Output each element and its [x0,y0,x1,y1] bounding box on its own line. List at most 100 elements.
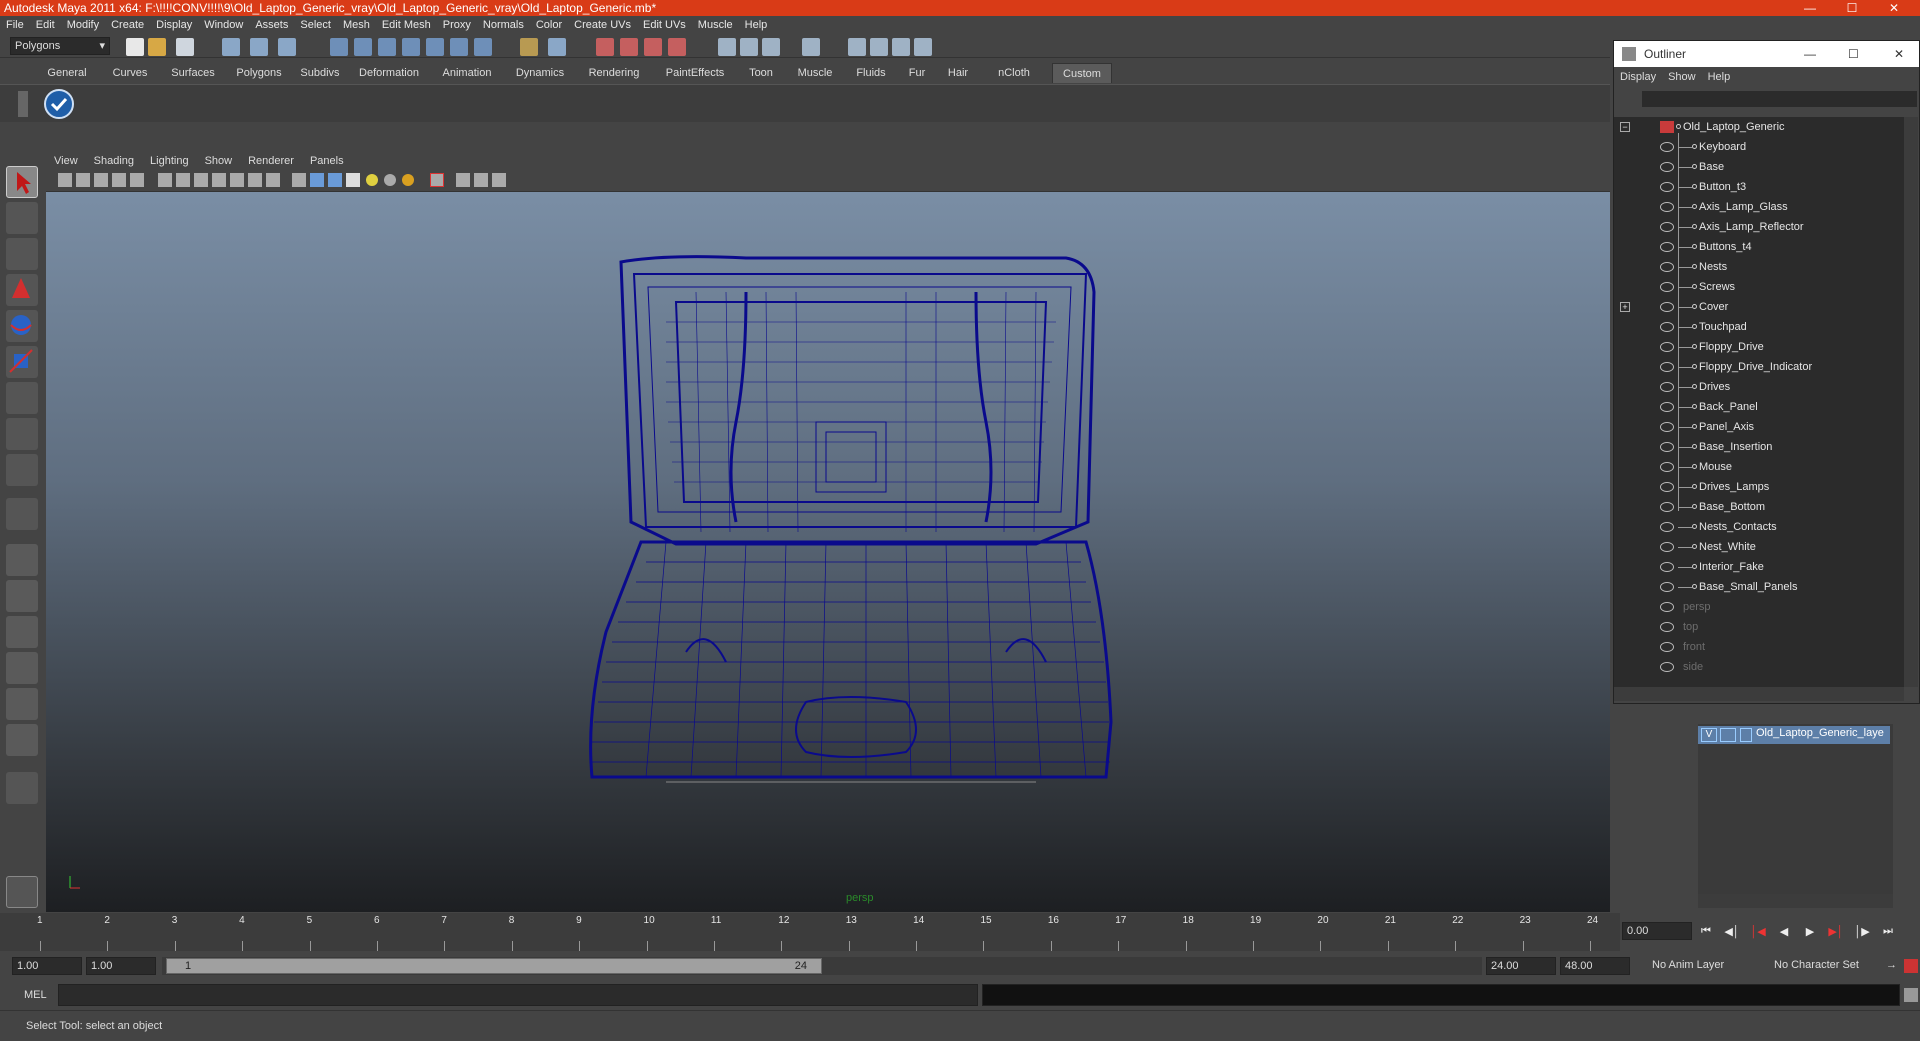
scale-tool-icon[interactable] [6,346,38,378]
animation-start-field[interactable]: 1.00 [12,957,82,975]
outliner-item[interactable]: Panel_Axis [1614,417,1904,437]
menu-color[interactable]: Color [530,16,568,34]
outliner-item[interactable]: Axis_Lamp_Reflector [1614,217,1904,237]
outliner-camera-item[interactable]: front [1614,637,1904,657]
outliner-item[interactable]: Drives [1614,377,1904,397]
outliner-item[interactable]: Keyboard [1614,137,1904,157]
outliner-camera-item[interactable]: top [1614,617,1904,637]
layer-visibility-toggle[interactable]: V [1701,728,1717,742]
layout-custom-icon[interactable] [6,772,38,804]
menu-display[interactable]: Display [150,16,198,34]
smooth-shade-icon[interactable] [310,173,324,187]
manipulator-tool-icon[interactable] [6,382,38,414]
preferences-icon[interactable] [1904,959,1918,973]
tab-muscle[interactable]: Muscle [790,63,840,83]
tab-hair[interactable]: Hair [940,63,976,83]
step-back-icon[interactable]: ◀│ [1722,925,1742,941]
lasso-tool-icon[interactable] [6,202,38,234]
range-slider-handle[interactable]: 1 24 [166,958,822,974]
viewport-menu-shading[interactable]: Shading [86,152,142,170]
render-settings-icon[interactable] [644,38,662,56]
help-query-icon[interactable] [474,38,492,56]
attribute-editor-icon[interactable] [718,38,736,56]
ipr-render-icon[interactable] [620,38,638,56]
lock-icon[interactable] [6,876,38,908]
camera-select-icon[interactable] [58,173,72,187]
textured-icon[interactable] [346,173,360,187]
layout-persp-graph-icon[interactable] [6,652,38,684]
gate-mask-icon[interactable] [212,173,226,187]
command-input[interactable] [58,984,978,1006]
layers-horizontal-scrollbar[interactable] [1698,894,1893,908]
current-time-field[interactable]: 0.00 [1622,922,1692,940]
outliner-camera-item[interactable]: persp [1614,597,1904,617]
snap-curve-icon[interactable] [354,38,372,56]
outliner-item[interactable]: Buttons_t4 [1614,237,1904,257]
film-gate-icon[interactable] [176,173,190,187]
outliner-menu-display[interactable]: Display [1614,67,1662,87]
layout-single-pane-icon[interactable] [6,544,38,576]
menu-window[interactable]: Window [198,16,249,34]
isolate-select-icon[interactable] [430,173,444,187]
go-to-end-icon[interactable]: ⏭ [1878,925,1898,941]
outliner-item[interactable]: Interior_Fake [1614,557,1904,577]
layout-persp-graph-hyper-icon[interactable] [6,724,38,756]
outliner-maximize-icon[interactable]: ☐ [1848,41,1859,67]
anim-layer-dropdown[interactable]: No Anim Layer [1648,957,1758,975]
outliner-root-item[interactable]: − Old_Laptop_Generic [1614,117,1904,137]
mode-selector[interactable]: Polygons ▾ [10,37,110,55]
outliner-horizontal-scrollbar[interactable] [1614,687,1904,701]
tab-dynamics[interactable]: Dynamics [508,63,572,83]
menu-select[interactable]: Select [294,16,337,34]
character-set-dropdown[interactable]: No Character Set [1770,957,1882,975]
outliner-search-input[interactable] [1642,91,1917,107]
outliner-item[interactable]: Base [1614,157,1904,177]
collapse-icon[interactable]: − [1620,122,1630,132]
tab-subdivs[interactable]: Subdivs [296,63,344,83]
outliner-item[interactable]: Floppy_Drive [1614,337,1904,357]
outliner-item[interactable]: Base_Insertion [1614,437,1904,457]
step-forward-key-icon[interactable]: ▶│ [1826,925,1846,941]
menu-create-uvs[interactable]: Create UVs [568,16,637,34]
play-forwards-icon[interactable]: ▶ [1800,925,1820,941]
viewport-menu-renderer[interactable]: Renderer [240,152,302,170]
playback-start-field[interactable]: 1.00 [86,957,156,975]
select-object-icon[interactable] [250,38,268,56]
outliner-item[interactable]: Touchpad [1614,317,1904,337]
two-d-pan-icon[interactable] [130,173,144,187]
snap-view-plane-icon[interactable] [402,38,420,56]
layer-type-toggle[interactable] [1720,728,1736,742]
checkmark-icon[interactable] [44,89,74,119]
layer-row[interactable]: V Old_Laptop_Generic_laye [1698,726,1890,744]
outliner-item[interactable]: Floppy_Drive_Indicator [1614,357,1904,377]
safe-action-icon[interactable] [248,173,262,187]
outliner-item[interactable]: Axis_Lamp_Glass [1614,197,1904,217]
snap-grid-icon[interactable] [330,38,348,56]
close-icon[interactable]: ✕ [1874,0,1914,16]
viewport-menu-view[interactable]: View [46,152,86,170]
maximize-icon[interactable]: ☐ [1832,0,1872,16]
step-back-key-icon[interactable]: │◀ [1748,925,1768,941]
tab-general[interactable]: General [40,63,94,83]
menu-normals[interactable]: Normals [477,16,530,34]
menu-edit-uvs[interactable]: Edit UVs [637,16,692,34]
menu-edit[interactable]: Edit [30,16,61,34]
outliner-item[interactable]: Button_t3 [1614,177,1904,197]
tab-ncloth[interactable]: nCloth [984,63,1044,83]
menu-assets[interactable]: Assets [249,16,294,34]
key-icon[interactable]: → [1886,959,1900,973]
tab-animation[interactable]: Animation [434,63,500,83]
save-scene-icon[interactable] [176,38,194,56]
wireframe-icon[interactable] [292,173,306,187]
camera-attributes-icon[interactable] [76,173,90,187]
select-component-icon[interactable] [278,38,296,56]
layout-single-icon[interactable] [848,38,866,56]
bookmark-icon[interactable] [94,173,108,187]
outliner-item[interactable]: Drives_Lamps [1614,477,1904,497]
wireframe-on-shaded-icon[interactable] [328,173,342,187]
tab-fluids[interactable]: Fluids [848,63,894,83]
new-scene-icon[interactable] [126,38,144,56]
rotate-tool-icon[interactable] [6,310,38,342]
use-all-lights-icon[interactable] [366,174,378,186]
channel-box-icon[interactable] [762,38,780,56]
